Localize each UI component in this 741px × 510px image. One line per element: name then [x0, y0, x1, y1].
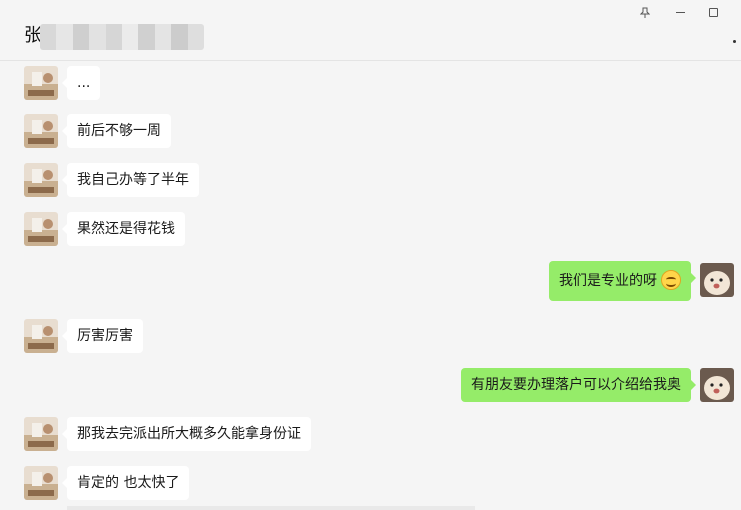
contact-avatar[interactable] [24, 212, 58, 246]
redacted-name [40, 24, 204, 50]
contact-avatar[interactable] [24, 466, 58, 500]
message-bubble[interactable]: 那我去完派出所大概多久能拿身份证 [62, 417, 311, 451]
partial-message-edge [67, 506, 475, 510]
my-avatar[interactable] [700, 368, 734, 402]
smiling-face-icon [661, 270, 681, 290]
contact-avatar[interactable] [24, 163, 58, 197]
message-text: 我们是专业的呀 [559, 273, 657, 289]
contact-avatar[interactable] [24, 114, 58, 148]
message-bubble[interactable]: 前后不够一周 [62, 114, 171, 148]
message-bubble[interactable]: 果然还是得花钱 [62, 212, 185, 246]
maximize-icon[interactable] [704, 4, 722, 20]
message-bubble[interactable]: 有朋友要办理落户可以介绍给我奥 [461, 368, 696, 402]
contact-avatar[interactable] [24, 417, 58, 451]
chat-header: 张 [0, 0, 741, 61]
message-bubble[interactable]: 肯定的 也太快了 [61, 466, 190, 500]
more-icon[interactable] [733, 40, 736, 43]
message-bubble[interactable]: ... [61, 66, 101, 100]
message-bubble[interactable]: 我自己办等了半年 [62, 163, 199, 197]
message-bubble[interactable]: 我们是专业的呀 [549, 261, 696, 301]
message-bubble[interactable]: 厉害厉害 [62, 319, 143, 353]
contact-avatar[interactable] [24, 66, 58, 100]
pin-icon[interactable] [636, 4, 654, 20]
contact-avatar[interactable] [24, 319, 58, 353]
minimize-icon[interactable] [671, 4, 689, 20]
my-avatar[interactable] [700, 263, 734, 297]
